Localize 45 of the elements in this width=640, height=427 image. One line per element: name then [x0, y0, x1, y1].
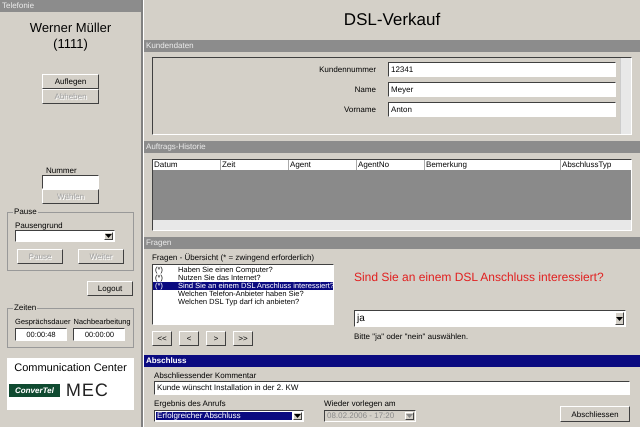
input-field[interactable]: Anton [388, 102, 616, 117]
current-question: Sind Sie an einem DSL Anschluss interessiert? [354, 270, 605, 286]
number-label: Nummer [46, 166, 77, 175]
logout-button[interactable]: Logout [87, 281, 133, 296]
column-header[interactable]: AbschlussTyp [561, 160, 631, 170]
nav-button[interactable]: >> [233, 331, 253, 346]
input-field[interactable]: Meyer [388, 82, 616, 97]
brand-logo: ConverTel [9, 384, 60, 396]
brand-mark: MEC [66, 382, 109, 398]
dropdown-arrow-icon [405, 412, 414, 420]
panel-header: Telefonie [0, 0, 141, 12]
result-label: Ergebnis des Anrufs [154, 399, 227, 408]
nav-button[interactable]: < [179, 331, 199, 346]
nav-button[interactable]: << [152, 331, 172, 346]
number-field[interactable] [42, 175, 99, 189]
section-header: Abschluss [144, 355, 640, 367]
page-title: DSL-Verkauf [342, 9, 442, 31]
field-label: Vorname [344, 105, 376, 114]
result-dropdown[interactable]: Erfolgreicher Abschluss [154, 410, 304, 422]
scrollbar[interactable] [620, 58, 631, 134]
agent-name: Werner Müller [28, 20, 112, 36]
group-legend: Pause [13, 207, 38, 216]
section-header: Auftrags-Historie [144, 141, 640, 153]
nav-button[interactable]: > [206, 331, 226, 346]
resubmit-label: Wieder vorlegen am [324, 399, 397, 408]
field-label: Kundennummer [319, 65, 376, 74]
group-legend: Zeiten [13, 303, 38, 312]
hint-text: Bitte "ja" oder "nein" auswählen. [354, 332, 470, 341]
section-header: Kundendaten [144, 40, 640, 52]
input-field[interactable]: 12341 [388, 62, 616, 77]
section-header: Fragen [144, 237, 640, 249]
scrollbar[interactable] [153, 220, 631, 230]
agent-number: (1111) [52, 36, 89, 52]
call-button[interactable]: Auflegen [42, 74, 99, 89]
field-label: Name [354, 85, 376, 94]
comment-field[interactable]: Kunde wünscht Installation in der 2. KW [154, 381, 630, 395]
comment-label: Abschliessender Kommentar [154, 371, 258, 380]
logo-title: Communication Center [13, 362, 128, 374]
pause-reason-dropdown[interactable] [15, 230, 115, 242]
list-label: Fragen - Übersicht (* = zwingend erforderlich) [152, 253, 316, 262]
submit-button[interactable]: Abschliessen [560, 406, 630, 422]
answer-dropdown[interactable]: ja [354, 310, 626, 327]
pause-reason-label: Pausengrund [15, 221, 64, 230]
dropdown-arrow-icon [104, 232, 113, 240]
dropdown-arrow-icon [293, 412, 302, 420]
